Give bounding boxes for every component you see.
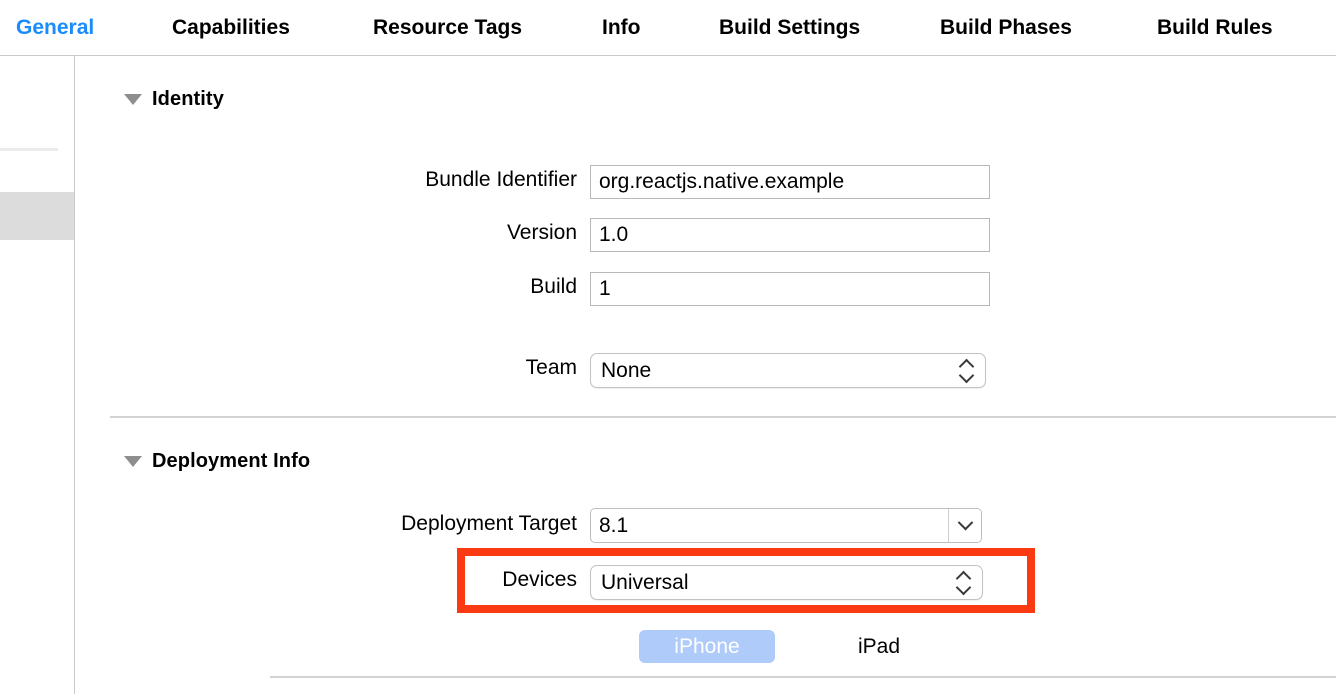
combo-deployment-target-value: 8.1 [591, 509, 948, 542]
input-bundle-identifier[interactable]: org.reactjs.native.example [590, 165, 990, 199]
sidebar-selected-item[interactable] [0, 192, 74, 240]
tab-capabilities[interactable]: Capabilities [172, 0, 290, 55]
input-build[interactable]: 1 [590, 272, 990, 306]
combo-deployment-target[interactable]: 8.1 [590, 508, 982, 543]
general-settings-pane: Identity Bundle Identifier org.reactjs.n… [77, 56, 1336, 694]
label-build: Build [300, 275, 577, 299]
tab-info[interactable]: Info [602, 0, 640, 55]
project-navigator-sidebar[interactable] [0, 56, 75, 694]
label-devices: Devices [300, 568, 577, 592]
disclosure-triangle-icon[interactable] [124, 456, 142, 467]
section-title-deployment-info: Deployment Info [152, 450, 310, 473]
device-button-iphone[interactable]: iPhone [639, 630, 775, 663]
popup-team-value: None [601, 359, 959, 383]
chevron-down-icon [957, 515, 973, 531]
chevron-down-button[interactable] [948, 509, 981, 542]
label-deployment-target: Deployment Target [300, 512, 577, 536]
popup-devices-value: Universal [601, 571, 956, 595]
tab-resource-tags[interactable]: Resource Tags [373, 0, 522, 55]
tab-build-phases[interactable]: Build Phases [940, 0, 1072, 55]
tab-general[interactable]: General [16, 0, 94, 55]
section-title-identity: Identity [152, 88, 224, 111]
section-header-identity[interactable]: Identity [124, 88, 224, 111]
popup-team[interactable]: None [590, 353, 986, 388]
label-bundle-identifier: Bundle Identifier [300, 168, 577, 192]
section-header-deployment-info[interactable]: Deployment Info [124, 450, 310, 473]
device-button-ipad[interactable]: iPad [837, 630, 921, 663]
section-divider-top [110, 416, 1336, 418]
project-editor-tab-bar: General Capabilities Resource Tags Info … [0, 0, 1336, 56]
popup-devices[interactable]: Universal [590, 565, 983, 600]
tab-build-settings[interactable]: Build Settings [719, 0, 860, 55]
input-version[interactable]: 1.0 [590, 218, 990, 252]
sidebar-divider [0, 148, 58, 151]
tab-build-rules[interactable]: Build Rules [1157, 0, 1273, 55]
label-team: Team [300, 356, 577, 380]
disclosure-triangle-icon[interactable] [124, 94, 142, 105]
label-version: Version [300, 221, 577, 245]
chevron-up-down-icon [956, 570, 972, 596]
section-divider-bottom [270, 676, 1336, 678]
chevron-up-down-icon [959, 358, 975, 384]
